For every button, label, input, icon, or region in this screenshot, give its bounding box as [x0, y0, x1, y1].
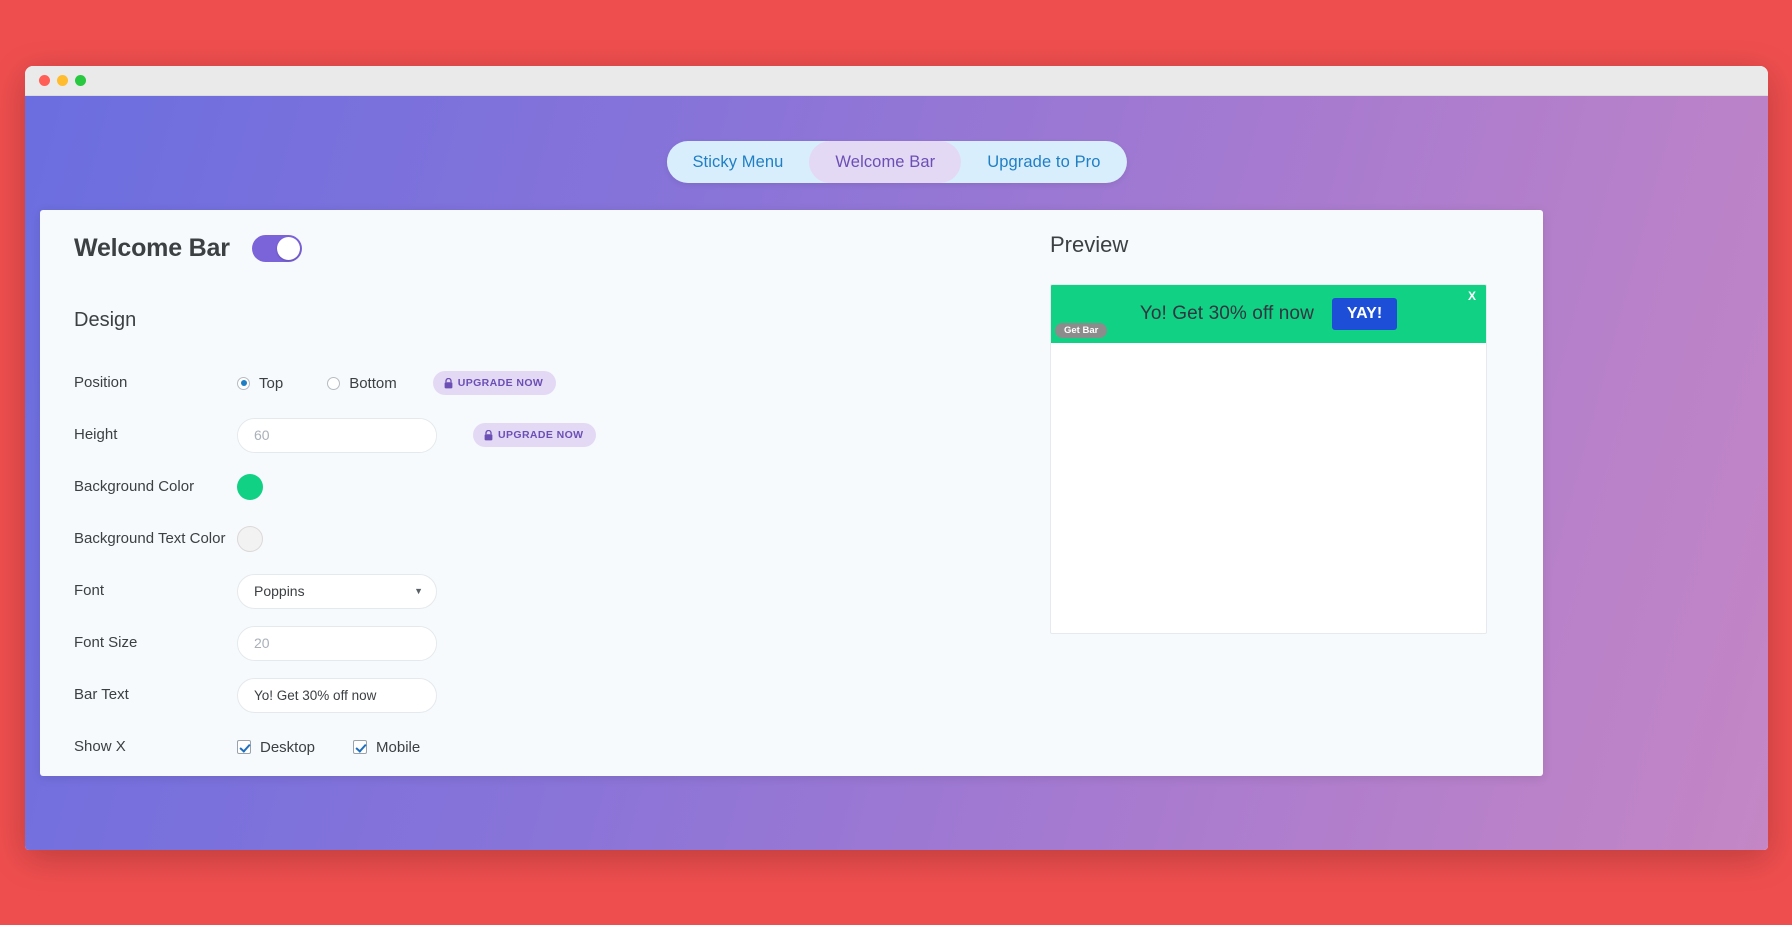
- preview-bar-badge: Get Bar: [1055, 322, 1108, 338]
- checkbox-indicator[interactable]: [353, 740, 368, 754]
- page-title: Welcome Bar: [74, 234, 230, 262]
- field-row-background-color: Background Color: [74, 462, 1050, 512]
- tab-label: Sticky Menu: [692, 152, 784, 171]
- maximize-window-button[interactable]: [75, 75, 86, 86]
- radio-label: Bottom: [349, 374, 397, 392]
- section-heading-design: Design: [74, 309, 137, 331]
- radio-indicator[interactable]: [237, 376, 250, 390]
- field-label-font: Font: [74, 581, 105, 599]
- checkbox-label: Desktop: [260, 738, 316, 756]
- position-radio-group: Top Bottom: [237, 375, 397, 392]
- minimize-window-button[interactable]: [57, 75, 68, 86]
- tab-upgrade-to-pro[interactable]: Upgrade to Pro: [961, 141, 1126, 183]
- font-select[interactable]: Poppins: [237, 573, 437, 609]
- background-color-swatch[interactable]: [237, 474, 263, 500]
- lock-icon: [484, 429, 493, 441]
- field-label-font-size: Font Size: [74, 633, 138, 651]
- browser-title-bar: [25, 66, 1768, 96]
- tab-label: Upgrade to Pro: [987, 152, 1101, 171]
- field-label-height: Height: [74, 425, 118, 443]
- font-select-wrapper: Poppins ▼: [237, 573, 437, 609]
- checkbox-indicator[interactable]: [237, 740, 251, 754]
- field-row-position: Position Top Bottom UPGRADE NOW: [74, 358, 1050, 408]
- radio-option-bottom[interactable]: Bottom: [327, 375, 397, 392]
- field-row-font-size: Font Size PX: [74, 618, 1050, 668]
- upgrade-now-button-position[interactable]: UPGRADE NOW: [432, 371, 557, 395]
- tab-label: Welcome Bar: [835, 152, 936, 171]
- field-label-bar-text: Bar Text: [74, 685, 129, 703]
- field-row-height: Height PX: [74, 410, 1050, 460]
- preview-title: Preview: [1050, 232, 1129, 257]
- toggle-knob: [276, 237, 300, 260]
- field-row-bar-text: Bar Text: [74, 670, 1050, 720]
- font-size-input[interactable]: [238, 626, 436, 660]
- height-input-group: PX: [237, 417, 437, 453]
- upgrade-now-label: UPGRADE NOW: [457, 377, 544, 389]
- preview-welcome-bar: Get Bar Yo! Get 30% off now YAY! X: [1051, 285, 1486, 343]
- font-size-input-group: PX: [237, 625, 437, 661]
- radio-label: Top: [259, 374, 284, 392]
- lock-icon: [444, 377, 453, 389]
- preview-bar-cta-button[interactable]: YAY!: [1331, 298, 1398, 330]
- close-window-button[interactable]: [39, 75, 50, 86]
- panel-header: Welcome Bar: [74, 234, 1050, 263]
- tab-bar: Sticky Menu Welcome Bar Upgrade to Pro: [666, 141, 1127, 183]
- upgrade-now-label: UPGRADE NOW: [498, 429, 584, 441]
- checkbox-label: Mobile: [376, 738, 421, 756]
- radio-option-top[interactable]: Top: [237, 375, 283, 392]
- checkbox-option-desktop[interactable]: Desktop: [237, 739, 315, 756]
- tab-sticky-menu[interactable]: Sticky Menu: [666, 141, 809, 183]
- preview-column: Preview Get Bar Yo! Get 30% off now YAY!…: [1050, 210, 1543, 776]
- bar-text-input[interactable]: [237, 677, 437, 713]
- tab-welcome-bar[interactable]: Welcome Bar: [809, 141, 962, 183]
- show-x-checkbox-group: Desktop Mobile: [237, 739, 420, 756]
- radio-indicator[interactable]: [327, 376, 341, 390]
- close-icon[interactable]: X: [1468, 290, 1476, 302]
- settings-column: Welcome Bar Design Position Top Bottom U…: [40, 210, 1050, 776]
- field-row-background-text-color: Background Text Color: [74, 514, 1050, 564]
- field-label-show-x: Show X: [74, 737, 126, 755]
- preview-frame: Get Bar Yo! Get 30% off now YAY! X: [1050, 284, 1487, 634]
- preview-bar-text: Yo! Get 30% off now: [1139, 303, 1314, 324]
- field-label-position: Position: [74, 373, 128, 391]
- browser-window: Sticky Menu Welcome Bar Upgrade to Pro W…: [25, 66, 1768, 850]
- height-input[interactable]: [238, 418, 436, 452]
- welcome-bar-toggle[interactable]: [251, 235, 302, 262]
- checkbox-option-mobile[interactable]: Mobile: [353, 739, 420, 756]
- field-label-background-color: Background Color: [74, 477, 195, 495]
- field-row-show-x: Show X Desktop Mobile: [74, 722, 1050, 772]
- upgrade-now-button-height[interactable]: UPGRADE NOW: [473, 423, 597, 447]
- field-label-background-text-color: Background Text Color: [74, 529, 226, 547]
- background-text-color-swatch[interactable]: [237, 526, 263, 552]
- page-body: Sticky Menu Welcome Bar Upgrade to Pro W…: [25, 96, 1768, 850]
- content-card: Welcome Bar Design Position Top Bottom U…: [40, 210, 1543, 776]
- field-row-font: Font Poppins ▼: [74, 566, 1050, 616]
